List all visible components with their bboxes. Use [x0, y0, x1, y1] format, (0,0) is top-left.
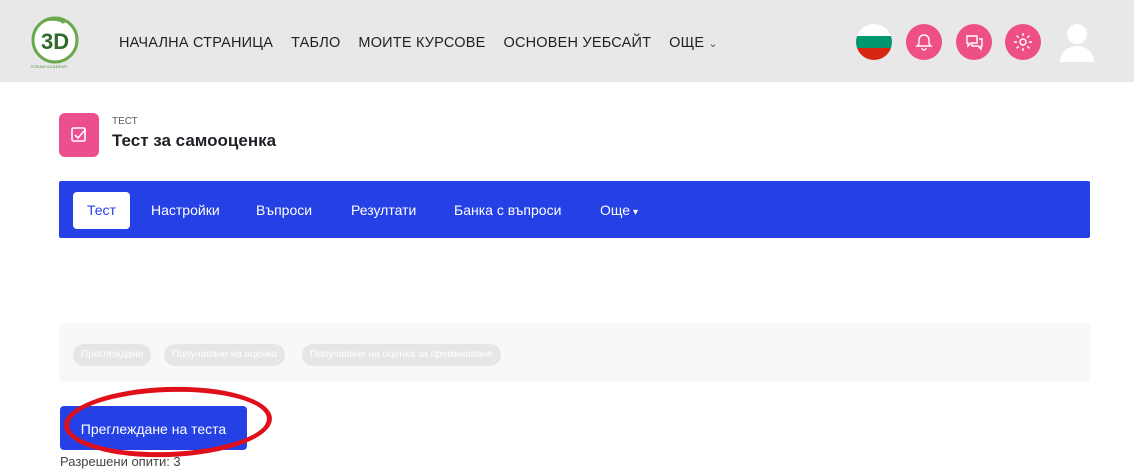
activity-type-label: ТЕСТ — [112, 116, 138, 127]
steam-academy-logo[interactable]: 3D — [27, 13, 83, 69]
chevron-down-icon: ⌄ — [708, 37, 718, 50]
tab-more[interactable]: Още ▾ — [600, 192, 638, 229]
completion-conditions-panel: Преглеждане Получаване на оценка Получав… — [59, 323, 1090, 382]
logo-caption: STEAM ACADEMY — [31, 64, 69, 69]
completion-chip-passing-grade: Получаване на оценка за преминаване — [302, 344, 501, 366]
completion-chip-view: Преглеждане — [73, 344, 152, 366]
user-avatar-icon[interactable] — [1058, 22, 1096, 62]
nav-dashboard[interactable]: ТАБЛО — [291, 35, 340, 51]
secondary-navigation: Тест Настройки Въпроси Резултати Банка с… — [59, 181, 1090, 238]
preview-quiz-button[interactable]: Преглеждане на теста — [60, 406, 247, 450]
bulgarian-flag-icon[interactable] — [856, 24, 892, 60]
tab-settings[interactable]: Настройки — [151, 192, 220, 229]
nav-more-label: ОЩЕ — [669, 35, 705, 51]
tab-question-bank[interactable]: Банка с въпроси — [454, 192, 561, 229]
completion-chip-receive-grade: Получаване на оценка — [164, 344, 286, 366]
tab-more-label: Още — [600, 202, 631, 218]
quiz-activity-icon — [59, 113, 99, 157]
attempts-allowed-text: Разрешени опити: 3 — [60, 454, 181, 469]
notifications-bell-icon[interactable] — [906, 24, 942, 60]
chevron-down-icon: ▾ — [633, 207, 639, 218]
nav-home[interactable]: НАЧАЛНА СТРАНИЦА — [119, 35, 273, 51]
page-title: Тест за самооценка — [112, 131, 277, 150]
tab-quiz[interactable]: Тест — [73, 192, 130, 229]
primary-navigation: НАЧАЛНА СТРАНИЦА ТАБЛО МОИТЕ КУРСОВЕ ОСН… — [119, 35, 754, 51]
messages-icon[interactable] — [956, 24, 992, 60]
top-navbar: 3D STEAM ACADEMY НАЧАЛНА СТРАНИЦА ТАБЛО … — [0, 0, 1134, 82]
nav-main-website[interactable]: ОСНОВЕН УЕБСАЙТ — [503, 35, 651, 51]
settings-gear-icon[interactable] — [1005, 24, 1041, 60]
svg-text:3D: 3D — [41, 29, 69, 54]
nav-more[interactable]: ОЩЕ ⌄ — [669, 35, 736, 51]
tab-results[interactable]: Резултати — [351, 192, 416, 229]
tab-questions[interactable]: Въпроси — [256, 192, 312, 229]
nav-my-courses[interactable]: МОИТЕ КУРСОВЕ — [358, 35, 485, 51]
